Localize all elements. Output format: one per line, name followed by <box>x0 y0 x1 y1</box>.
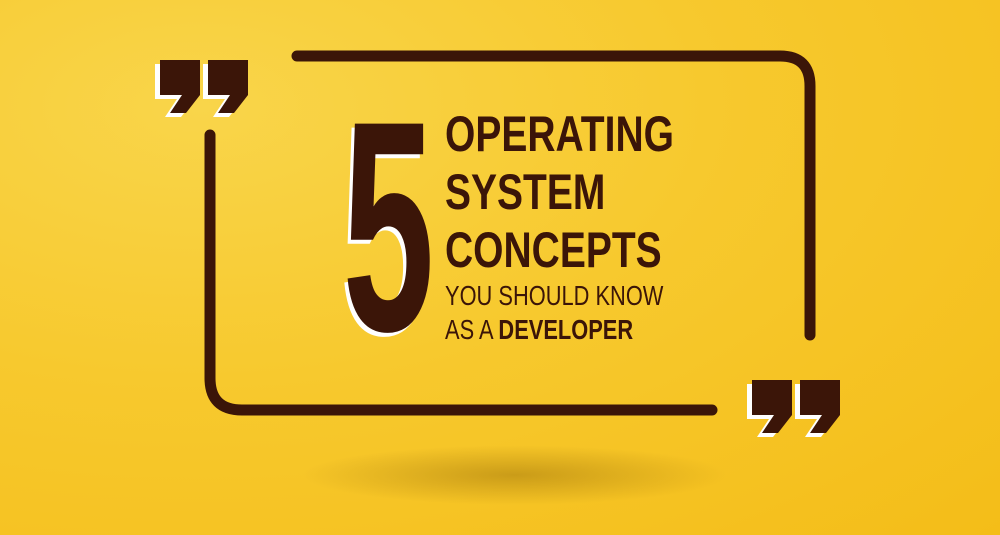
title-line-1: OPERATING <box>445 106 674 162</box>
title-block: OPERATING SYSTEM CONCEPTS YOU SHOULD KNO… <box>445 105 739 347</box>
subtitle-line-2: AS A DEVELOPER <box>445 313 674 347</box>
big-number: 5 <box>342 76 434 376</box>
title-line-3: CONCEPTS <box>445 222 662 278</box>
open-quote-icon <box>155 60 248 117</box>
number-five: 5 <box>342 58 434 394</box>
subtitle-prefix: AS A <box>445 314 499 345</box>
subtitle-strong: DEVELOPER <box>498 314 634 345</box>
close-quote-icon <box>747 380 840 437</box>
subtitle-text-1: YOU SHOULD KNOW <box>445 280 664 311</box>
subtitle-line-1: YOU SHOULD KNOW <box>445 279 674 313</box>
title-line-2: SYSTEM <box>445 164 606 220</box>
